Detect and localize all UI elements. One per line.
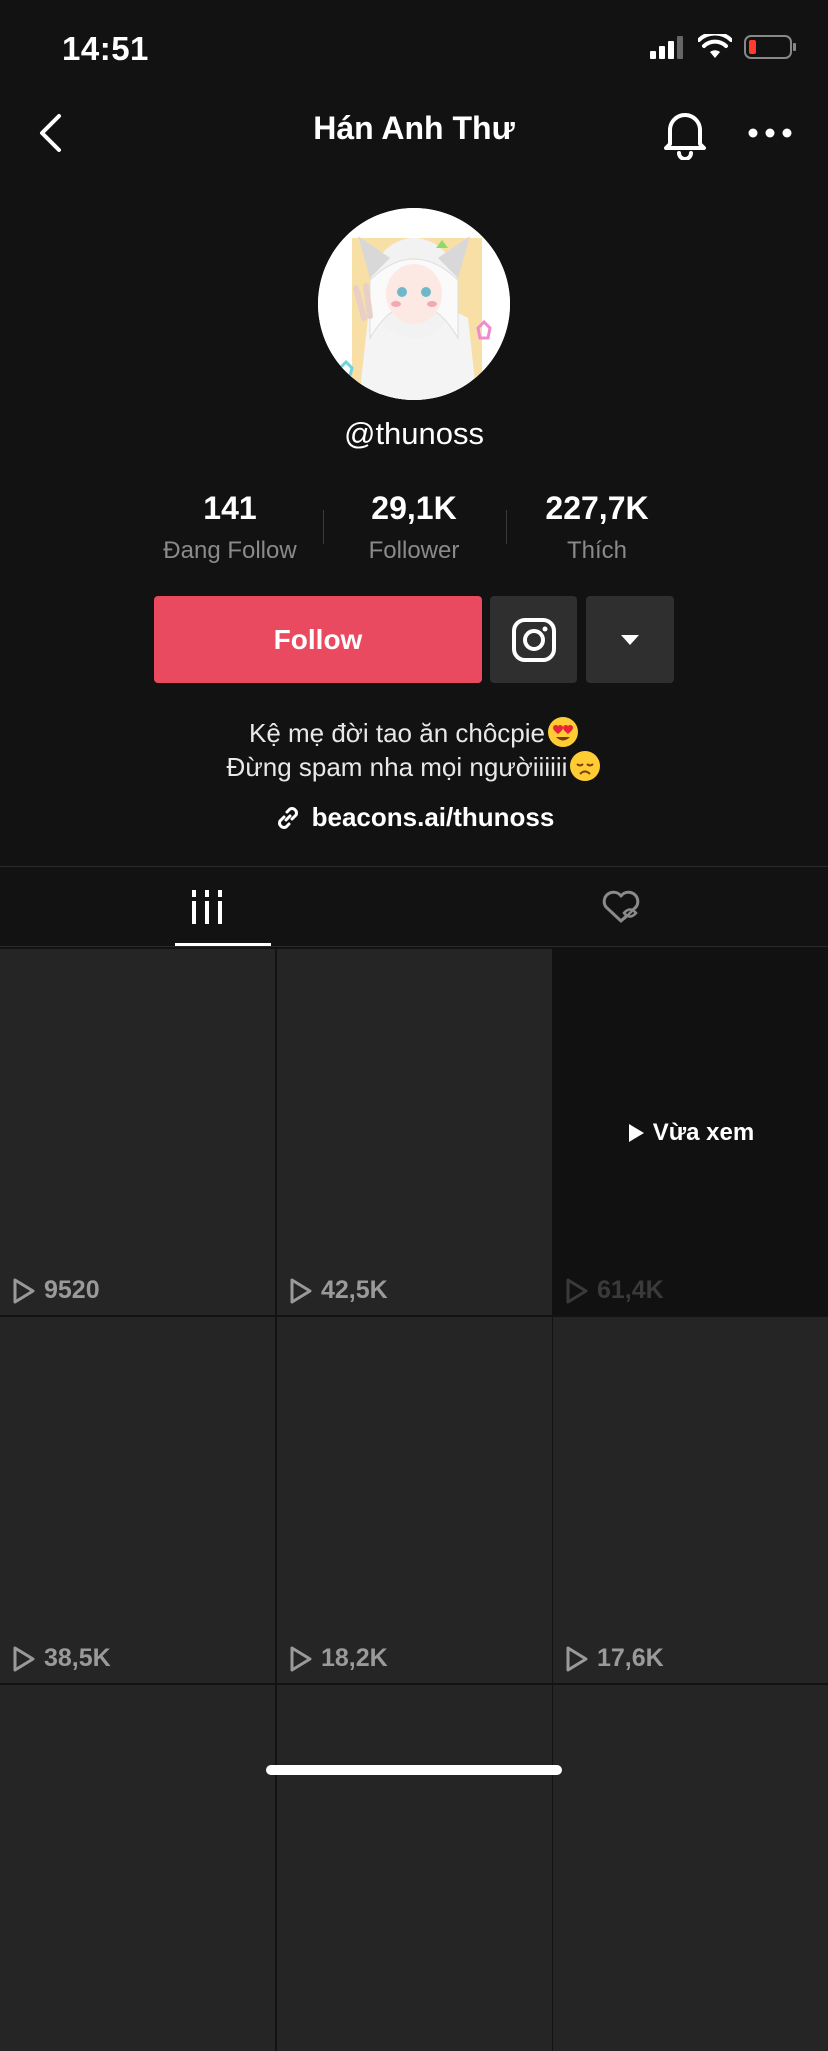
link-icon [277, 806, 298, 829]
disappointed-emoji-icon [569, 750, 601, 782]
tab-liked[interactable] [414, 868, 828, 946]
following-stat[interactable]: 141 Đang Follow [140, 490, 320, 565]
video-thumbnail[interactable]: 38,5K [0, 1317, 275, 1683]
view-count: 18,2K [289, 1644, 388, 1673]
battery-icon [744, 35, 796, 59]
play-icon [566, 1278, 588, 1303]
signal-icon [650, 36, 683, 59]
likes-label: Thích [566, 537, 628, 564]
more-horizontal-icon [748, 128, 792, 138]
heart-eyes-emoji-icon [547, 716, 579, 748]
status-icons [650, 34, 798, 60]
play-icon [13, 1278, 35, 1303]
following-count: 141 [203, 490, 257, 526]
wifi-icon [698, 34, 732, 58]
followers-stat[interactable]: 29,1K Follower [324, 490, 504, 565]
play-icon [628, 1124, 644, 1142]
video-thumbnail[interactable]: 18,2K [277, 1317, 552, 1683]
view-count: 17,6K [565, 1644, 664, 1673]
avatar-image [318, 208, 510, 400]
followers-label: Follower [368, 537, 460, 564]
tabs-bottom-divider [0, 946, 828, 947]
liked-private-icon [602, 890, 640, 923]
play-icon [13, 1646, 35, 1671]
likes-count: 227,7K [545, 490, 649, 526]
view-count: 38,5K [12, 1644, 111, 1673]
bio-text-2: Đừng spam nha mọi ngườiiiiii [226, 752, 568, 782]
play-icon [290, 1278, 312, 1303]
bio-link[interactable]: beacons.ai/thunoss [0, 802, 828, 833]
tab-videos[interactable] [0, 868, 414, 946]
video-thumbnail[interactable] [553, 1685, 828, 2051]
bio-text-1: Kệ mẹ đời tao ăn chôcpie [248, 718, 545, 748]
bio-line-1: Kệ mẹ đời tao ăn chôcpie [0, 716, 828, 749]
avatar[interactable] [318, 208, 510, 400]
recently-watched-text: Vừa xem [652, 1119, 755, 1146]
video-thumbnail[interactable]: 9520 [0, 949, 275, 1315]
instagram-icon [511, 617, 556, 662]
view-count-text: 61,4K [597, 1276, 664, 1304]
view-count: 42,5K [289, 1276, 388, 1305]
view-count-text: 38,5K [44, 1644, 111, 1672]
following-label: Đang Follow [163, 537, 297, 564]
followers-count: 29,1K [371, 490, 457, 526]
video-thumbnail[interactable] [277, 1685, 552, 2051]
instagram-button[interactable] [490, 596, 577, 683]
video-thumbnail[interactable]: 42,5K [277, 949, 552, 1315]
view-count-text: 18,2K [321, 1644, 388, 1672]
bell-icon [664, 113, 706, 161]
play-icon [566, 1646, 588, 1671]
view-count: 9520 [12, 1276, 100, 1305]
bio-line-2: Đừng spam nha mọi ngườiiiiii [0, 750, 828, 783]
grid-icon [192, 890, 222, 924]
caret-down-icon [621, 634, 639, 645]
video-thumbnail[interactable]: Vừa xem 61,4K [553, 949, 828, 1315]
video-thumbnail[interactable] [0, 1685, 275, 2051]
suggested-accounts-button[interactable] [586, 596, 674, 683]
likes-stat: 227,7K Thích [507, 490, 687, 565]
home-indicator[interactable] [266, 1765, 562, 1775]
notification-bell-button[interactable] [660, 106, 710, 161]
follow-button[interactable]: Follow [154, 596, 482, 683]
video-thumbnail[interactable]: 17,6K [553, 1317, 828, 1683]
tabs-top-divider [0, 866, 828, 867]
play-icon [290, 1646, 312, 1671]
view-count-text: 42,5K [321, 1276, 388, 1304]
status-time: 14:51 [62, 30, 149, 67]
recently-watched-badge: Vừa xem [553, 1119, 828, 1147]
view-count: 61,4K [565, 1276, 664, 1305]
more-options-button[interactable] [746, 118, 794, 148]
view-count-text: 17,6K [597, 1644, 664, 1672]
bio-link-text: beacons.ai/thunoss [311, 802, 555, 832]
view-count-text: 9520 [44, 1276, 100, 1304]
username: @thunoss [343, 416, 485, 451]
